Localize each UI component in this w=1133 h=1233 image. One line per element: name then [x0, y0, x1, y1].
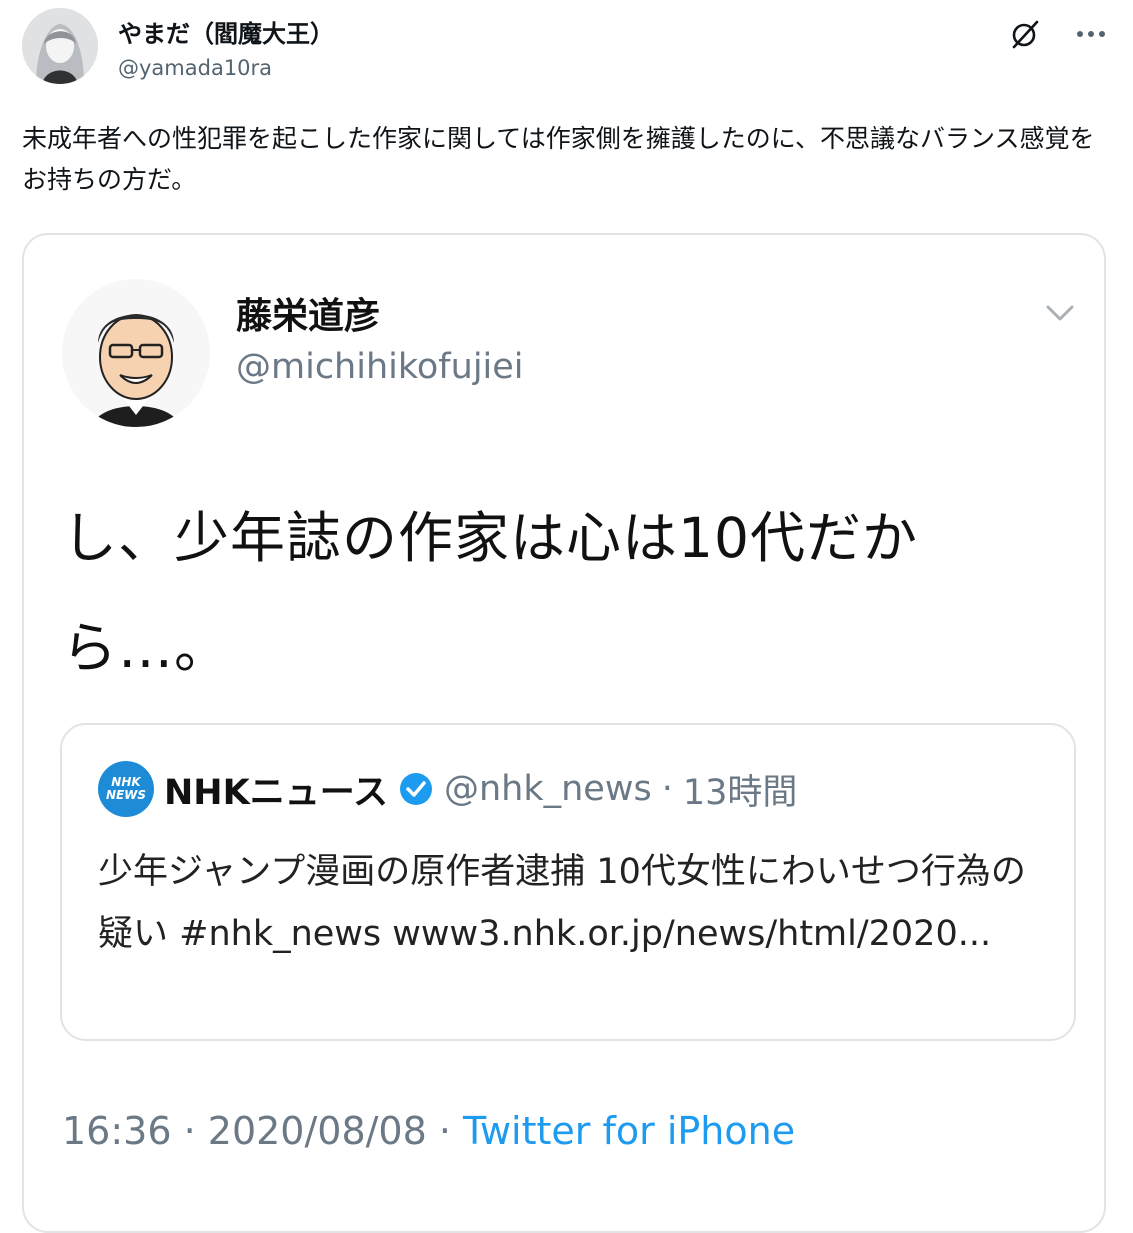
embedded-author-name: 藤栄道彦: [236, 296, 381, 337]
grok-icon[interactable]: [1005, 14, 1045, 54]
embedded-tweet-image[interactable]: 藤栄道彦 @michihikofujiei し、少年誌の作家は心は10代だから……: [22, 233, 1106, 1233]
embedded-source: Twitter for iPhone: [463, 1109, 796, 1153]
embedded-time: 16:36: [62, 1109, 172, 1153]
quoted-author-handle: @nhk_news: [443, 769, 652, 809]
more-icon[interactable]: [1071, 14, 1111, 54]
embedded-author-handle: @michihikofujiei: [236, 347, 524, 387]
quoted-tweet: NHK NEWS NHKニュース @nhk_news · 13時間 少年ジャンプ…: [60, 723, 1076, 1041]
avatar[interactable]: [22, 8, 98, 84]
avatar-image: [22, 8, 98, 84]
tweet-text: 未成年者への性犯罪を起こした作家に関しては作家側を擁護したのに、不思議なバランス…: [22, 124, 1095, 194]
quoted-tweet-text: 少年ジャンプ漫画の原作者逮捕 10代女性にわいせつ行為の疑い #nhk_news…: [98, 852, 1026, 954]
quoted-separator: ·: [661, 769, 673, 809]
tweet-actions: [1005, 14, 1111, 54]
chevron-down-icon: [1038, 291, 1082, 335]
nhk-logo-icon: NHK NEWS: [98, 761, 154, 817]
embedded-date: 2020/08/08: [207, 1109, 427, 1153]
verified-badge-icon: [399, 773, 432, 805]
footer-separator: ·: [171, 1109, 208, 1153]
quoted-tweet-header: NHK NEWS NHKニュース @nhk_news · 13時間: [98, 761, 797, 817]
footer-separator: ·: [426, 1109, 464, 1153]
author-handle[interactable]: @yamada10ra: [118, 56, 272, 80]
nhk-logo-bottom: NEWS: [105, 788, 147, 802]
embedded-tweet-footer: 16:36 · 2020/08/08 · Twitter for iPhone: [62, 1109, 795, 1153]
quoted-time: 13時間: [682, 772, 798, 813]
author-name[interactable]: やまだ（閻魔大王）: [118, 14, 334, 49]
embedded-tweet-text: し、少年誌の作家は心は10代だから…。: [62, 506, 918, 680]
embedded-avatar: [62, 279, 210, 427]
quoted-author-name: NHKニュース: [164, 772, 388, 813]
manga-face-icon: [62, 279, 210, 427]
